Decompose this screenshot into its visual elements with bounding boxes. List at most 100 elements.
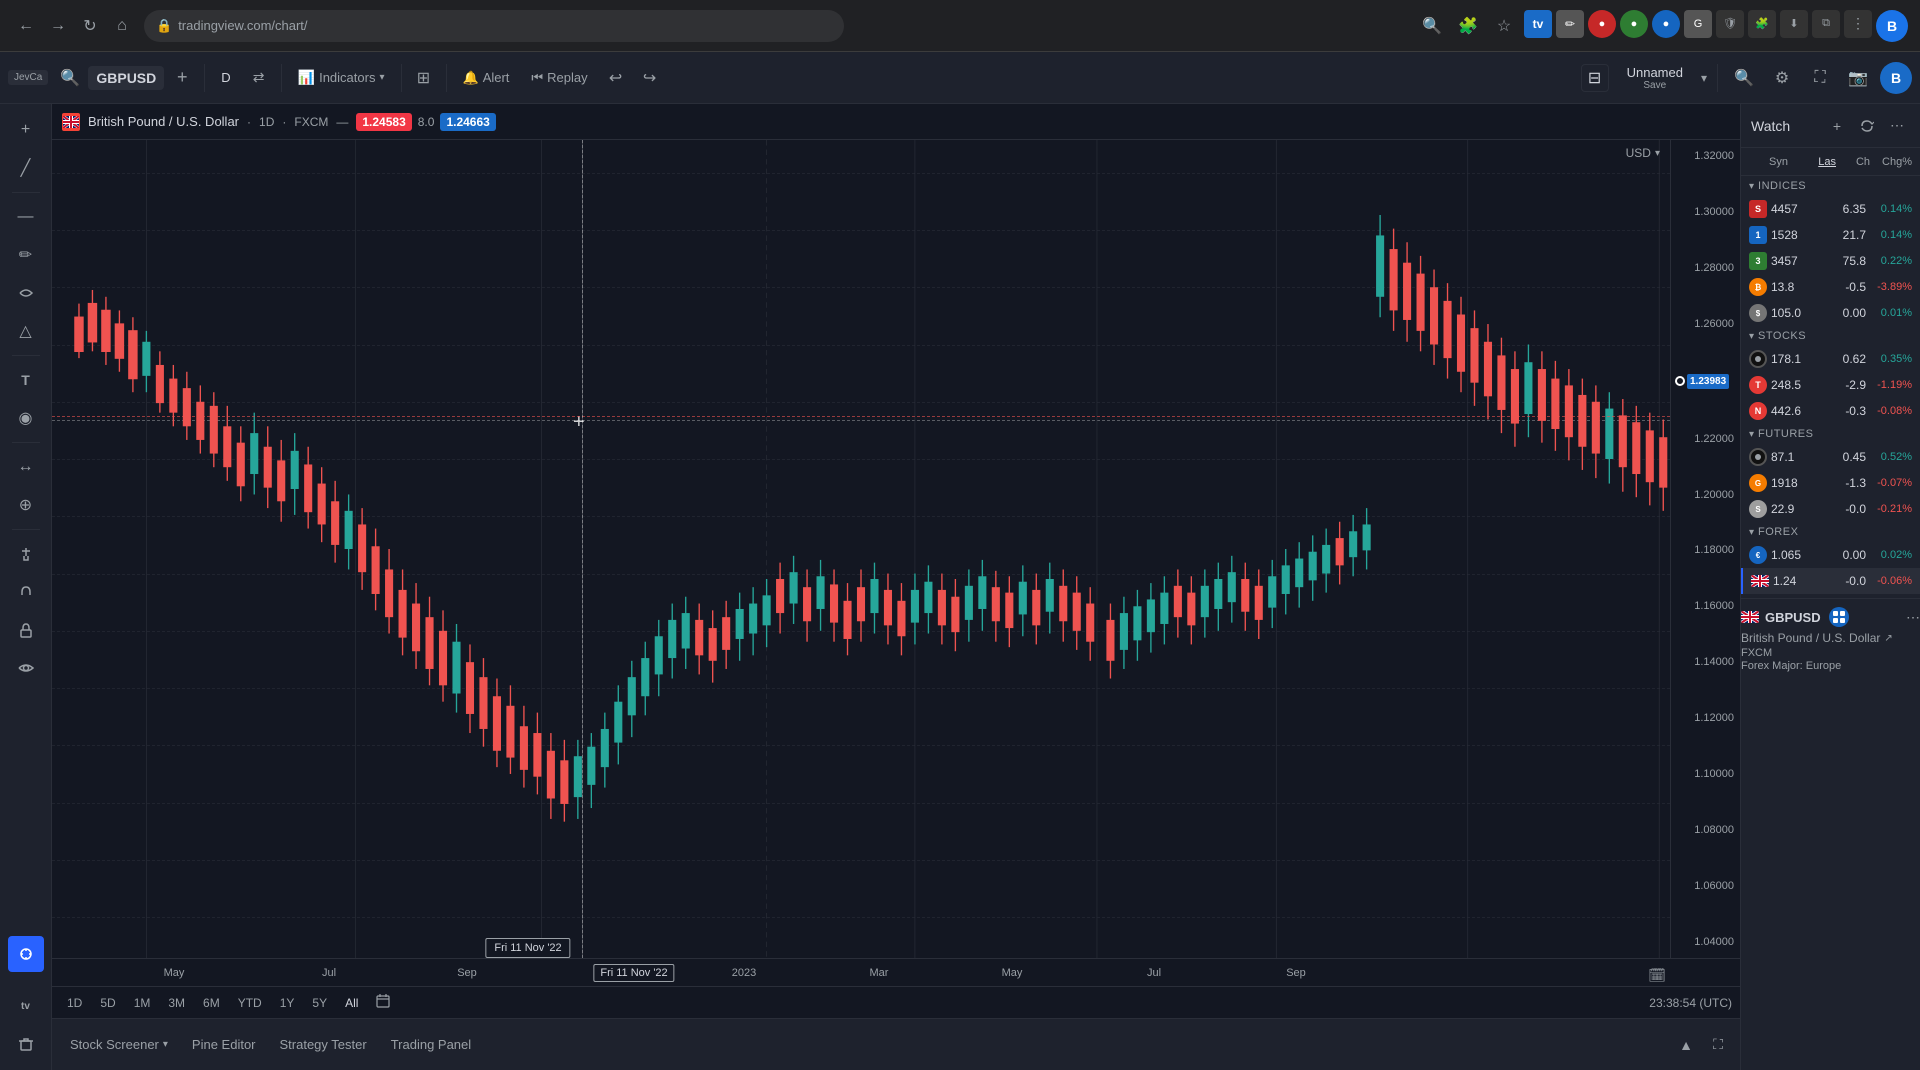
- currency-selector[interactable]: USD ▾: [1626, 146, 1660, 160]
- watch-row-gc[interactable]: G 1918 -1.3 -0.07%: [1741, 470, 1920, 496]
- lock-tool[interactable]: [8, 612, 44, 648]
- ext-shield-icon[interactable]: 🛡: [1716, 10, 1744, 38]
- menu-dots-icon[interactable]: ⋮: [1844, 10, 1872, 38]
- tf-all[interactable]: All: [338, 993, 365, 1013]
- ext-tv-icon[interactable]: tv: [1524, 10, 1552, 38]
- ext-download-icon[interactable]: ⬇: [1780, 10, 1808, 38]
- tf-5y[interactable]: 5Y: [305, 993, 334, 1013]
- alert-button[interactable]: 🔔 Alert: [453, 65, 520, 91]
- watch-row-stock1[interactable]: 178.1 0.62 0.35%: [1741, 346, 1920, 372]
- chart-info-icon[interactable]: —: [336, 115, 348, 129]
- pin-tool[interactable]: [8, 536, 44, 572]
- stocks-section-header[interactable]: ▾ STOCKS: [1741, 326, 1920, 346]
- pine-editor-button[interactable]: Pine Editor: [182, 1031, 266, 1058]
- symbol-selector[interactable]: GBPUSD: [88, 66, 164, 90]
- stock-screener-button[interactable]: Stock Screener ▾: [60, 1031, 178, 1058]
- search-symbol-icon[interactable]: 🔍: [54, 62, 86, 94]
- watch-row-oil[interactable]: 87.1 0.45 0.52%: [1741, 444, 1920, 470]
- add-symbol-icon[interactable]: +: [166, 62, 198, 94]
- watch-row-gbpusd[interactable]: 1.24 -0.0 -0.06%: [1741, 568, 1920, 594]
- watch-more-icon[interactable]: ⋯: [1884, 113, 1910, 139]
- bp-expand-icon[interactable]: ⛶: [1704, 1031, 1732, 1059]
- fullscreen-icon[interactable]: ⛶: [1804, 62, 1836, 94]
- measure-tool[interactable]: ↔: [8, 449, 44, 485]
- indices-section-header[interactable]: ▾ INDICES: [1741, 176, 1920, 196]
- watch-row-stock3[interactable]: N 442.6 -0.3 -0.08%: [1741, 398, 1920, 424]
- tf-1y[interactable]: 1Y: [273, 993, 302, 1013]
- watch-col-syn[interactable]: Syn: [1769, 156, 1794, 168]
- bottom-open-icon[interactable]: ↗: [1884, 633, 1892, 644]
- address-bar[interactable]: 🔒 tradingview.com/chart/: [144, 10, 844, 42]
- forex-section-header[interactable]: ▾ FOREX: [1741, 522, 1920, 542]
- timeframe-button[interactable]: D: [211, 65, 240, 90]
- watch-row-stock2[interactable]: T 248.5 -2.9 -1.19%: [1741, 372, 1920, 398]
- tf-6m[interactable]: 6M: [196, 993, 227, 1013]
- tf-3m[interactable]: 3M: [161, 993, 192, 1013]
- ext-edit-icon[interactable]: ✏: [1556, 10, 1584, 38]
- ext-window-icon[interactable]: ⧉: [1812, 10, 1840, 38]
- forward-button[interactable]: →: [44, 12, 72, 40]
- active-tool[interactable]: [8, 936, 44, 972]
- save-button[interactable]: Unnamed Save: [1615, 61, 1695, 95]
- tf-custom[interactable]: [369, 991, 397, 1014]
- ext-gray-icon[interactable]: G: [1684, 10, 1712, 38]
- redo-icon[interactable]: ↪: [634, 62, 666, 94]
- h-line-tool[interactable]: —: [8, 199, 44, 235]
- watch-add-icon[interactable]: +: [1824, 113, 1850, 139]
- watch-col-las[interactable]: Las: [1796, 156, 1836, 168]
- star-icon[interactable]: ☆: [1488, 10, 1520, 42]
- ext-green-icon[interactable]: ●: [1620, 10, 1648, 38]
- chart-canvas[interactable]: USD ▾: [52, 140, 1670, 958]
- search-icon[interactable]: 🔍: [1416, 10, 1448, 42]
- home-button[interactable]: ⌂: [108, 12, 136, 40]
- shapes-tool[interactable]: △: [8, 313, 44, 349]
- dropdown-arrow[interactable]: ▾: [1701, 71, 1707, 85]
- zoom-tool[interactable]: ⊕: [8, 487, 44, 523]
- tf-1d[interactable]: 1D: [60, 993, 89, 1013]
- watch-more-dots[interactable]: ⋯: [1906, 609, 1920, 626]
- tf-1m[interactable]: 1M: [127, 993, 158, 1013]
- magnet-tool[interactable]: [8, 574, 44, 610]
- ext-puzzle-icon[interactable]: 🧩: [1748, 10, 1776, 38]
- back-button[interactable]: ←: [12, 12, 40, 40]
- profile-avatar[interactable]: B: [1876, 10, 1908, 42]
- watch-row-ndx[interactable]: 1 1528 21.7 0.14%: [1741, 222, 1920, 248]
- line-tool[interactable]: ╱: [8, 150, 44, 186]
- watch-row-eur[interactable]: € 1.065 0.00 0.02%: [1741, 542, 1920, 568]
- trading-panel-button[interactable]: Trading Panel: [381, 1031, 481, 1058]
- user-avatar[interactable]: B: [1880, 62, 1912, 94]
- search-tv-icon[interactable]: 🔍: [1728, 62, 1760, 94]
- crosshair-tool[interactable]: +: [8, 112, 44, 148]
- watch-row-btc[interactable]: ₿ 13.8 -0.5 -3.89%: [1741, 274, 1920, 300]
- settings-icon[interactable]: ⚙: [1766, 62, 1798, 94]
- watch-row-dji[interactable]: 3 3457 75.8 0.22%: [1741, 248, 1920, 274]
- tf-ytd[interactable]: YTD: [231, 993, 269, 1013]
- watch-col-ch[interactable]: Ch: [1838, 156, 1870, 168]
- watch-reload-icon[interactable]: [1854, 113, 1880, 139]
- text-tool[interactable]: T: [8, 362, 44, 398]
- bp-collapse-icon[interactable]: ▲: [1672, 1031, 1700, 1059]
- compare-icon[interactable]: ⇄: [243, 62, 275, 94]
- indicators-button[interactable]: 📊 Indicators ▾: [288, 64, 395, 91]
- replay-button[interactable]: ⏮ Replay: [521, 65, 597, 91]
- tf-5d[interactable]: 5D: [93, 993, 122, 1013]
- refresh-button[interactable]: ↻: [76, 12, 104, 40]
- watch-layout-icon[interactable]: [1829, 607, 1849, 627]
- time-axis-calendar-icon[interactable]: 🗓: [1648, 967, 1666, 984]
- futures-section-header[interactable]: ▾ FUTURES: [1741, 424, 1920, 444]
- layout-selector[interactable]: ⊟: [1581, 64, 1609, 92]
- extensions-icon[interactable]: 🧩: [1452, 10, 1484, 42]
- brush-tool[interactable]: ◉: [8, 400, 44, 436]
- watch-row-si[interactable]: S 22.9 -0.0 -0.21%: [1741, 496, 1920, 522]
- watch-col-chg-pct[interactable]: Chg%: [1872, 156, 1912, 168]
- fibonacci-tool[interactable]: [8, 275, 44, 311]
- camera-icon[interactable]: 📷: [1842, 62, 1874, 94]
- strategy-tester-button[interactable]: Strategy Tester: [270, 1031, 377, 1058]
- ext-red-icon[interactable]: ●: [1588, 10, 1616, 38]
- layout-icon[interactable]: ⊞: [408, 62, 440, 94]
- eye-tool[interactable]: [8, 650, 44, 686]
- undo-icon[interactable]: ↩: [600, 62, 632, 94]
- ext-blue-icon[interactable]: ●: [1652, 10, 1680, 38]
- watch-row-sp500[interactable]: S 4457 6.35 0.14%: [1741, 196, 1920, 222]
- drawing-tool[interactable]: ✏: [8, 237, 44, 273]
